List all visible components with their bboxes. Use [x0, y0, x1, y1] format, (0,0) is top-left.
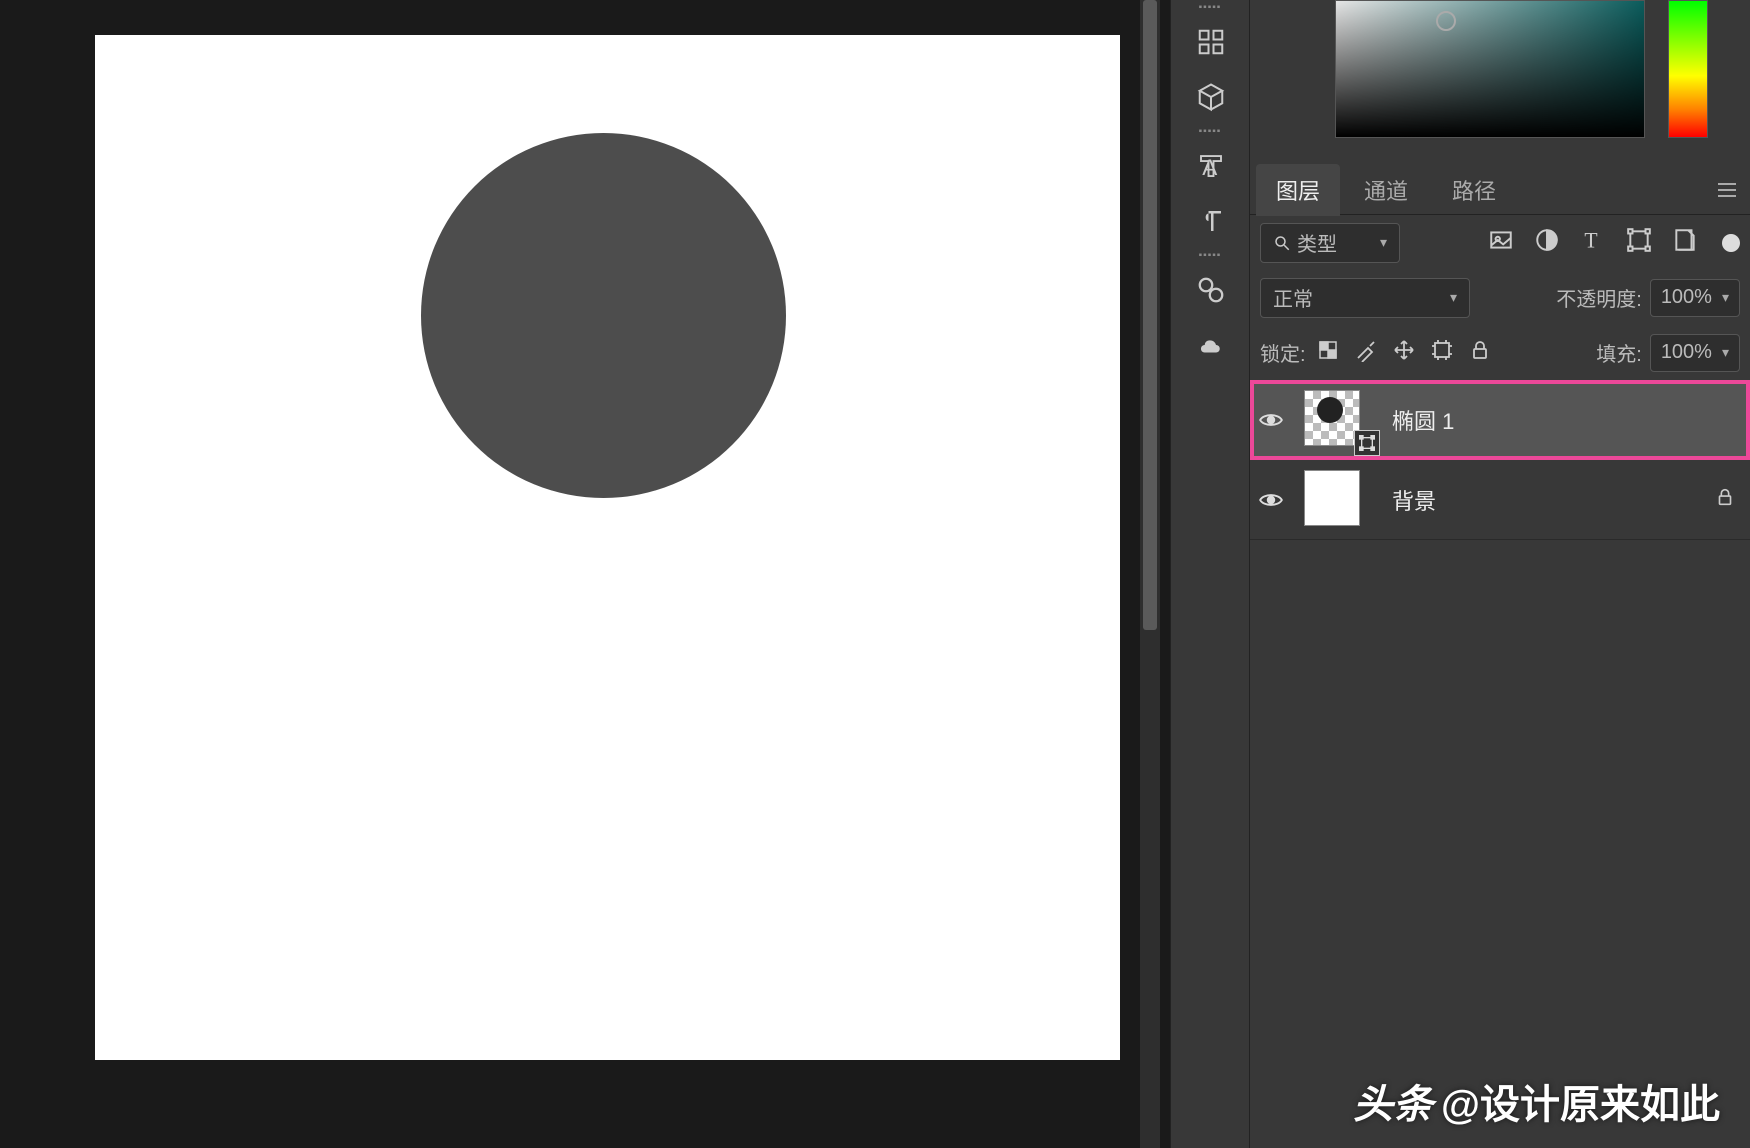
shape-ellipse[interactable]	[421, 133, 786, 498]
layer-filter-row: 类型 ▾ T	[1250, 215, 1750, 270]
cloud-icon[interactable]	[1171, 317, 1251, 372]
hue-slider[interactable]	[1668, 0, 1708, 138]
watermark: 头条 @设计原来如此	[1353, 1072, 1720, 1130]
opacity-input[interactable]: 100% ▾	[1650, 279, 1740, 317]
blend-mode-value: 正常	[1273, 283, 1313, 312]
color-picker-marker[interactable]	[1436, 11, 1456, 31]
layer-row-ellipse[interactable]: 椭圆 1	[1250, 380, 1750, 460]
filter-adjustment-icon[interactable]	[1534, 227, 1560, 259]
blend-mode-dropdown[interactable]: 正常 ▾	[1260, 278, 1470, 318]
panel-grip[interactable]: ▪▪▪▪▪	[1171, 0, 1249, 14]
color-field[interactable]	[1335, 0, 1645, 138]
lock-position-icon[interactable]	[1392, 338, 1416, 368]
document-workspace	[0, 0, 1165, 1148]
svg-text:A: A	[1202, 154, 1217, 179]
paragraph-icon[interactable]	[1171, 193, 1251, 248]
visibility-toggle[interactable]	[1256, 407, 1286, 433]
lock-artboard-icon[interactable]	[1430, 338, 1454, 368]
opacity-value: 100%	[1661, 286, 1712, 309]
chevron-down-icon: ▾	[1380, 234, 1387, 251]
layer-name[interactable]: 背景	[1392, 484, 1436, 516]
layer-thumbnail[interactable]	[1304, 390, 1374, 450]
canvas[interactable]	[95, 35, 1120, 1060]
type-icon[interactable]: A	[1171, 138, 1251, 193]
collapsed-panel-strip: ▪▪▪▪▪ ▪▪▪▪▪ A ▪▪▪▪▪	[1170, 0, 1250, 1148]
lock-icon[interactable]	[1714, 486, 1736, 513]
layer-thumbnail[interactable]	[1304, 470, 1374, 530]
tab-layers[interactable]: 图层	[1256, 164, 1340, 216]
svg-text:T: T	[1584, 228, 1597, 252]
watermark-author: @设计原来如此	[1441, 1072, 1720, 1130]
filter-type-icon[interactable]: T	[1580, 227, 1606, 259]
layer-name[interactable]: 椭圆 1	[1392, 404, 1454, 436]
shape-mask-badge	[1354, 430, 1380, 456]
chevron-down-icon: ▾	[1450, 289, 1457, 306]
panel-grip[interactable]: ▪▪▪▪▪	[1171, 124, 1249, 138]
lock-label: 锁定:	[1260, 338, 1306, 367]
filter-smartobject-icon[interactable]	[1672, 227, 1698, 259]
layers-list: 椭圆 1 背景	[1250, 380, 1750, 540]
color-panel	[1250, 0, 1750, 165]
vertical-scrollbar[interactable]	[1140, 0, 1160, 1148]
lock-all-icon[interactable]	[1468, 338, 1492, 368]
lock-pixels-icon[interactable]	[1354, 338, 1378, 368]
chevron-down-icon: ▾	[1722, 344, 1729, 361]
filter-kind-label: 类型	[1297, 228, 1337, 257]
fill-value: 100%	[1661, 341, 1712, 364]
fill-label: 填充:	[1596, 338, 1642, 367]
layer-row-background[interactable]: 背景	[1250, 460, 1750, 540]
swatches-icon[interactable]	[1171, 14, 1251, 69]
panel-menu-icon[interactable]	[1716, 181, 1738, 204]
filter-toggle[interactable]	[1722, 234, 1740, 252]
tab-paths[interactable]: 路径	[1432, 164, 1516, 216]
lock-transparency-icon[interactable]	[1316, 338, 1340, 368]
lock-row: 锁定: 填充: 100% ▾	[1250, 325, 1750, 380]
3d-cube-icon[interactable]	[1171, 69, 1251, 124]
filter-kind-dropdown[interactable]: 类型 ▾	[1260, 223, 1400, 263]
panel-grip[interactable]: ▪▪▪▪▪	[1171, 248, 1249, 262]
panels-area: 图层 通道 路径 类型 ▾ T 正常 ▾ 不透明度:	[1250, 0, 1750, 1148]
panel-tabs: 图层 通道 路径	[1250, 165, 1750, 215]
chevron-down-icon: ▾	[1722, 289, 1729, 306]
scrollbar-thumb[interactable]	[1143, 0, 1157, 630]
links-icon[interactable]	[1171, 262, 1251, 317]
filter-pixel-icon[interactable]	[1488, 227, 1514, 259]
blend-row: 正常 ▾ 不透明度: 100% ▾	[1250, 270, 1750, 325]
tab-channels[interactable]: 通道	[1344, 164, 1428, 216]
fill-input[interactable]: 100% ▾	[1650, 334, 1740, 372]
visibility-toggle[interactable]	[1256, 487, 1286, 513]
opacity-label: 不透明度:	[1556, 283, 1642, 312]
filter-shape-icon[interactable]	[1626, 227, 1652, 259]
watermark-brand: 头条	[1353, 1072, 1433, 1130]
